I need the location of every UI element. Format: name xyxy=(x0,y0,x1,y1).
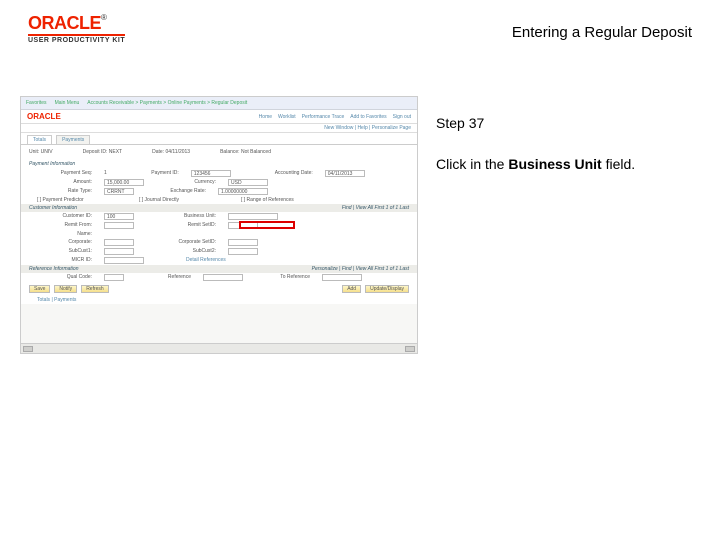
page-title: Entering a Regular Deposit xyxy=(512,24,692,41)
link-fav: Add to Favorites xyxy=(350,114,386,120)
deposit-value: NEXT xyxy=(109,149,122,155)
amt-field: 15,000.00 xyxy=(104,179,144,186)
balance-value: Not Balanced xyxy=(241,149,271,155)
je-check: [ ] Journal Directly xyxy=(139,197,229,203)
corp-field xyxy=(104,239,134,246)
sub2-label: SubCust2: xyxy=(146,248,216,255)
business-unit-field[interactable] xyxy=(228,213,278,220)
ci-nav: Find | View All First 1 of 1 Last xyxy=(342,205,409,211)
cust-label: Customer ID: xyxy=(37,213,92,220)
ex-field: 1.00000000 xyxy=(218,188,268,195)
date-label: Date: xyxy=(152,149,164,155)
mini-oracle-logo: ORACLE xyxy=(27,112,61,121)
link-perf: Performance Trace xyxy=(302,114,345,120)
step-instruction: Click in the Business Unit field. xyxy=(436,155,700,173)
window-links: New Window | Help | Personalize Page xyxy=(21,124,417,133)
ref-label: Reference xyxy=(136,274,191,281)
seq-value: 1 xyxy=(104,170,107,177)
to-ref-label: To Reference xyxy=(255,274,310,281)
cur-field: USD xyxy=(228,179,268,186)
name-label: Name: xyxy=(37,231,92,237)
scrollbar xyxy=(21,343,417,353)
bottom-crumb: Totals | Payments xyxy=(21,296,417,304)
balance-label: Balance: xyxy=(220,149,239,155)
section-reference-info: Reference Information xyxy=(29,266,78,272)
screenshot-thumbnail: Favorites Main Menu Accounts Receivable … xyxy=(20,96,418,354)
corpset-field xyxy=(228,239,258,246)
oracle-logo: ORACLE xyxy=(28,13,101,33)
save-button: Save xyxy=(29,285,50,293)
rate-field: CRRNT xyxy=(104,188,134,195)
instruction-panel: Step 37 Click in the Business Unit field… xyxy=(436,96,700,173)
cust-field: 100 xyxy=(104,213,134,220)
tab-totals: Totals xyxy=(27,135,52,144)
to-ref-field xyxy=(322,274,362,281)
corp-label: Corporate: xyxy=(37,239,92,246)
trademark-icon: ® xyxy=(101,13,107,22)
section-customer-info: Customer Information xyxy=(29,205,77,211)
qual-field xyxy=(104,274,124,281)
bu-label: Business Unit: xyxy=(146,213,216,220)
instruction-prefix: Click in the xyxy=(436,156,508,172)
refresh-button: Refresh xyxy=(81,285,109,293)
unit-value: UNIV xyxy=(41,149,53,155)
add-button: Add xyxy=(342,285,361,293)
micr-field xyxy=(104,257,144,264)
logo-subtitle: USER PRODUCTIVITY KIT xyxy=(28,34,125,44)
remitset-field xyxy=(228,222,258,229)
rate-label: Rate Type: xyxy=(37,188,92,195)
pid-field: 123456 xyxy=(191,170,231,177)
deposit-label: Deposit ID: xyxy=(83,149,108,155)
link-signout: Sign out xyxy=(393,114,411,120)
acct-field: 04/11/2013 xyxy=(325,170,365,177)
breadcrumb-path: Accounts Receivable > Payments > Online … xyxy=(87,100,247,106)
instruction-suffix: field. xyxy=(602,156,635,172)
breadcrumb-main: Main Menu xyxy=(55,100,80,106)
amt-label: Amount: xyxy=(37,179,92,186)
tab-payments: Payments xyxy=(56,135,90,144)
remitset-label: Remit SetID: xyxy=(146,222,216,229)
remit-label: Remit From: xyxy=(37,222,92,229)
rr-check: [ ] Range of References xyxy=(241,197,294,203)
sub1-label: SubCust1: xyxy=(37,248,92,255)
pid-label: Payment ID: xyxy=(119,170,179,177)
ref-field xyxy=(203,274,243,281)
seq-label: Payment Seq: xyxy=(37,170,92,177)
breadcrumb-fav: Favorites xyxy=(26,100,47,106)
cur-label: Currency: xyxy=(156,179,216,186)
link-home: Home xyxy=(259,114,272,120)
instruction-bold: Business Unit xyxy=(508,156,601,172)
link-worklist: Worklist xyxy=(278,114,296,120)
section-payment-info: Payment Information xyxy=(21,159,417,169)
oracle-logo-block: ORACLE® USER PRODUCTIVITY KIT xyxy=(28,14,125,44)
ex-label: Exchange Rate: xyxy=(146,188,206,195)
step-number: Step 37 xyxy=(436,115,700,131)
notify-button: Notify xyxy=(54,285,77,293)
ri-nav: Personalize | Find | View All First 1 of… xyxy=(312,266,409,272)
acct-label: Accounting Date: xyxy=(243,170,313,177)
update-button: Update/Display xyxy=(365,285,409,293)
sub2-field xyxy=(228,248,258,255)
sub1-field xyxy=(104,248,134,255)
corpset-label: Corporate SetID: xyxy=(146,239,216,246)
micr-label: MICR ID: xyxy=(37,257,92,264)
qual-label: Qual Code: xyxy=(37,274,92,281)
pp-check: [ ] Payment Predictor xyxy=(37,197,127,203)
detail-ref-link: Detail References xyxy=(186,257,226,264)
date-value: 04/11/2013 xyxy=(165,149,190,155)
unit-label: Unit: xyxy=(29,149,39,155)
remit-field xyxy=(104,222,134,229)
